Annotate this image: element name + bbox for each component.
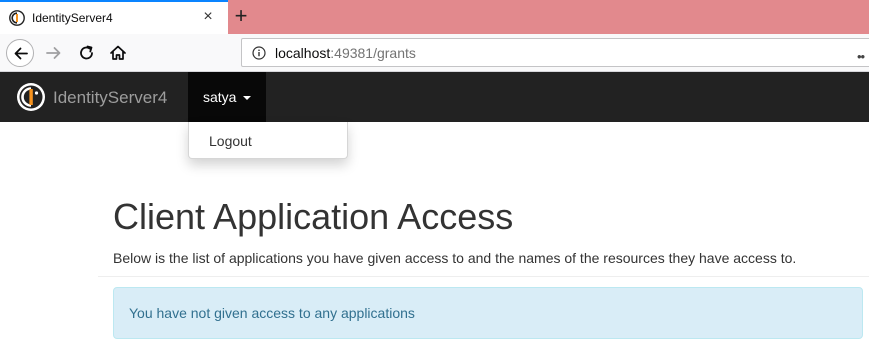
- arrow-right-icon: [46, 47, 61, 59]
- brand-name[interactable]: IdentityServer4: [53, 88, 167, 108]
- app-navbar: IdentityServer4 satya: [0, 72, 869, 122]
- reload-button[interactable]: [73, 39, 101, 67]
- home-button[interactable]: [104, 39, 132, 67]
- info-icon[interactable]: [252, 46, 266, 60]
- page-header-divider: [98, 276, 869, 277]
- page-actions-menu[interactable]: ••: [857, 49, 865, 64]
- address-bar[interactable]: localhost:49381/grants: [241, 38, 869, 67]
- info-alert: You have not given access to any applica…: [113, 287, 863, 339]
- page-description: Below is the list of applications you ha…: [113, 250, 797, 266]
- user-dropdown-menu: Logout: [188, 122, 348, 159]
- arrow-left-icon: [14, 47, 28, 60]
- url-host: localhost: [275, 45, 331, 61]
- back-button[interactable]: [6, 39, 34, 67]
- user-menu-toggle[interactable]: satya: [188, 72, 266, 122]
- reload-icon: [80, 45, 93, 60]
- identityserver-logo-icon: [9, 10, 25, 26]
- identityserver-logo-icon[interactable]: [16, 82, 46, 112]
- page-title: Client Application Access: [113, 196, 514, 237]
- close-tab-icon[interactable]: ×: [200, 8, 216, 26]
- browser-tab[interactable]: IdentityServer4 ×: [0, 0, 228, 34]
- url-text[interactable]: localhost:49381/grants: [275, 45, 416, 61]
- caret-down-icon: [243, 96, 251, 100]
- forward-button[interactable]: [40, 39, 68, 67]
- url-path: :49381/grants: [330, 45, 416, 61]
- browser-tab-strip: IdentityServer4 × +: [0, 0, 869, 34]
- home-icon: [110, 45, 126, 60]
- new-tab-button[interactable]: +: [230, 4, 252, 28]
- browser-toolbar: localhost:49381/grants: [0, 34, 869, 72]
- user-name: satya: [203, 89, 237, 105]
- logout-menu-item[interactable]: Logout: [189, 127, 347, 155]
- empty-grants-message: You have not given access to any applica…: [129, 305, 415, 321]
- browser-tab-title: IdentityServer4: [32, 11, 113, 25]
